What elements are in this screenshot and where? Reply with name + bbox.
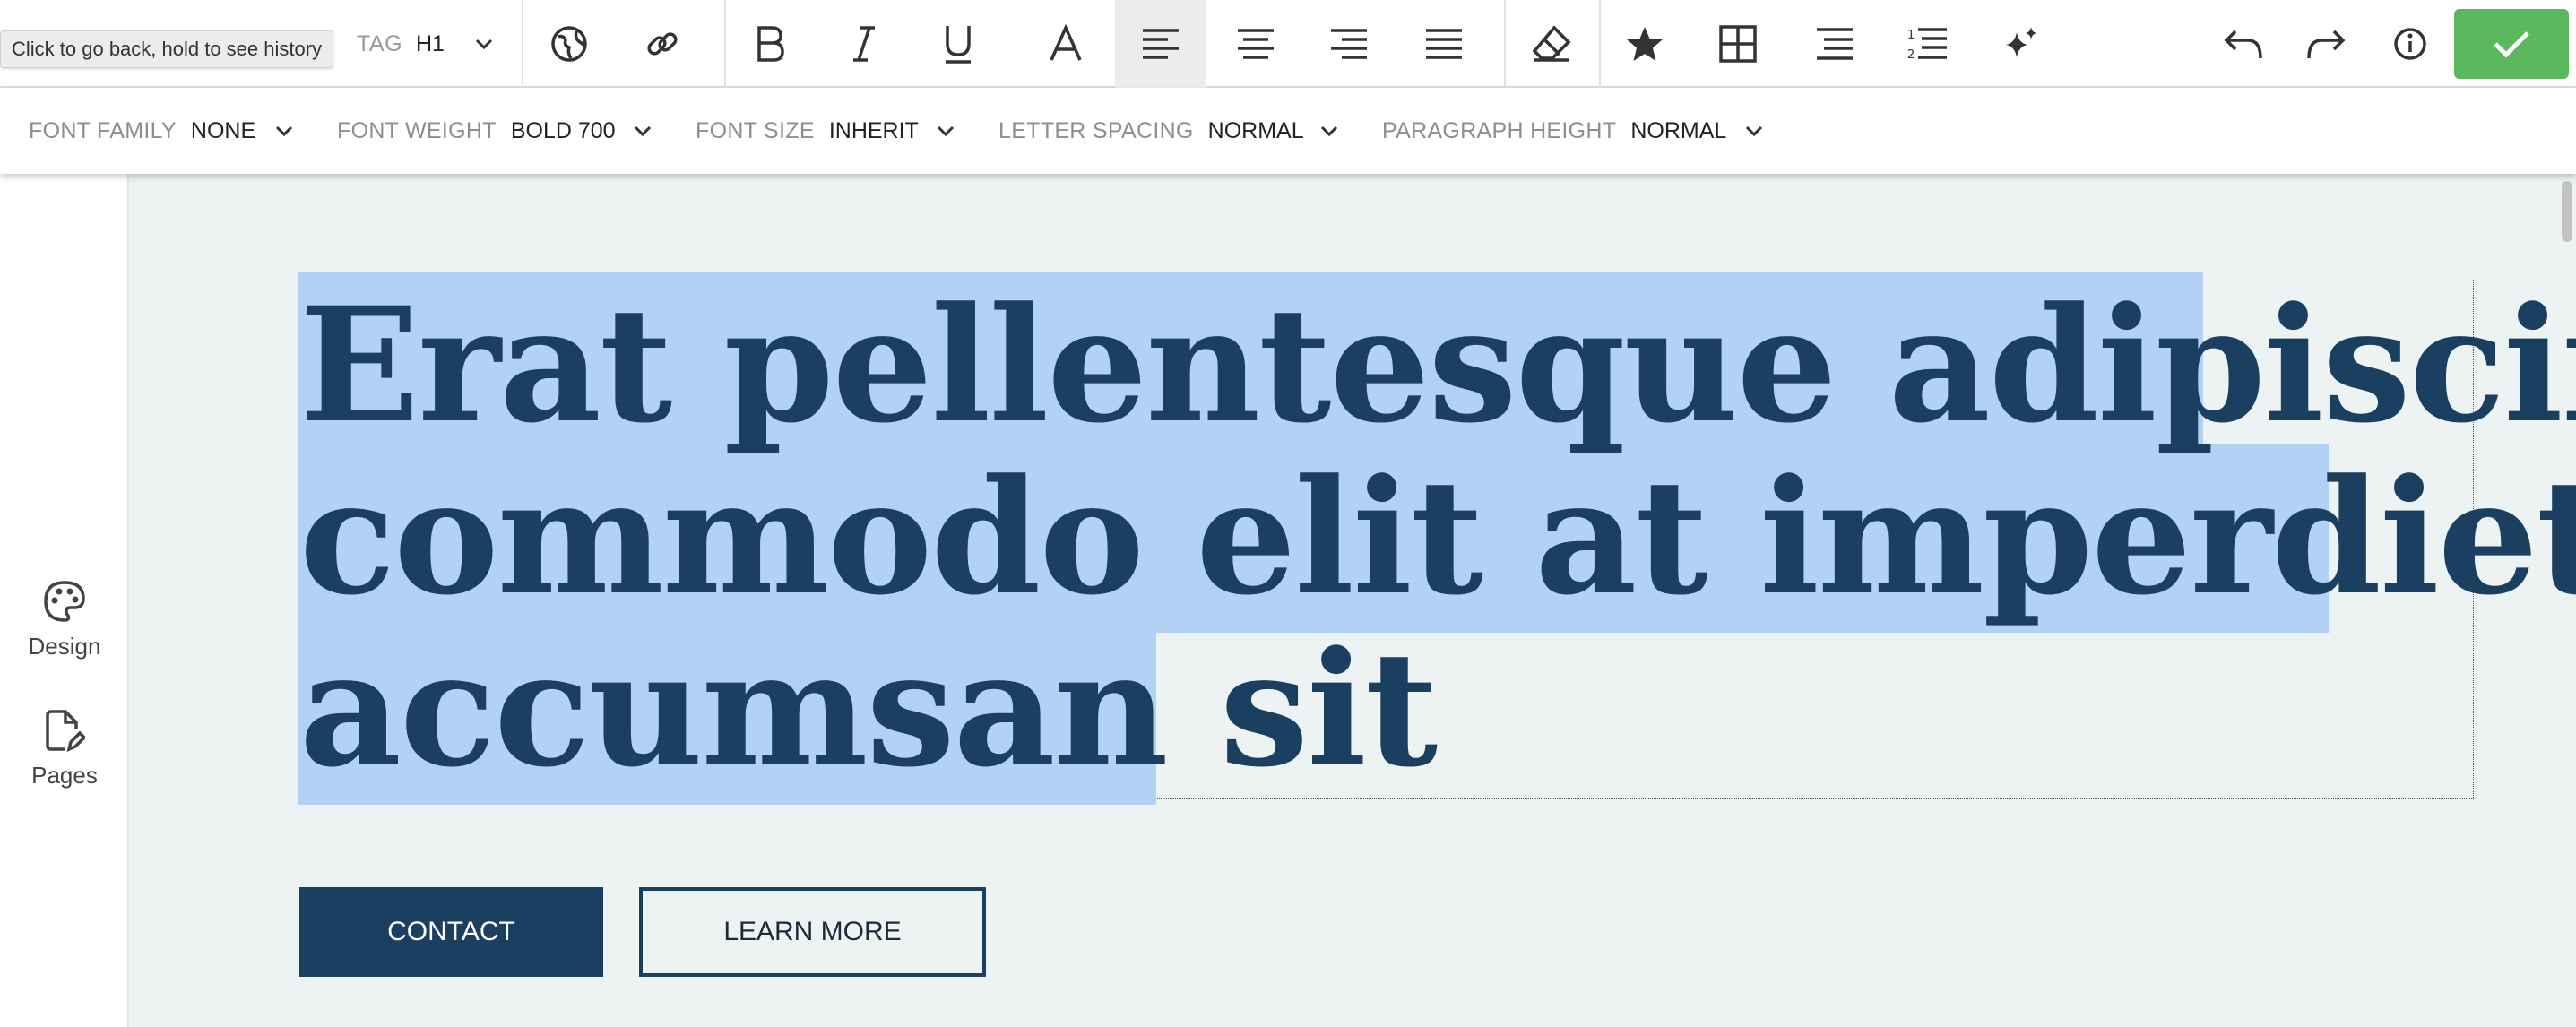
font-size-value[interactable]: INHERIT [829,118,919,144]
font-weight-control[interactable]: FONT WEIGHT BOLD 700 [337,88,616,174]
align-justify-icon[interactable] [1409,0,1479,88]
paragraph-height-label: PARAGRAPH HEIGHT [1382,117,1617,143]
toolbar-divider [724,0,726,88]
table-icon[interactable] [1703,0,1773,88]
eraser-icon[interactable] [1517,0,1586,88]
letter-spacing-value[interactable]: NORMAL [1208,118,1304,144]
tag-label: TAG [357,30,403,56]
italic-icon[interactable] [829,0,899,88]
bold-icon[interactable] [735,0,805,88]
chevron-down-icon[interactable] [1316,88,1343,174]
undo-icon[interactable] [2209,0,2278,88]
text-color-icon[interactable] [1031,0,1101,88]
page-headline[interactable]: Erat pellentesque adipiscing commodo eli… [299,280,2576,796]
align-right-icon[interactable] [1314,0,1384,88]
sidebar-item-pages[interactable]: Pages [0,708,129,790]
svg-text:1: 1 [1907,29,1915,42]
align-left-icon[interactable] [1115,0,1206,88]
chevron-down-icon[interactable] [932,88,959,174]
chevron-down-icon[interactable] [629,88,656,174]
sidebar-item-design[interactable]: Design [0,579,129,660]
list-icon[interactable] [1800,0,1870,88]
tag-value[interactable]: H1 [416,0,445,88]
learn-more-button[interactable]: LEARN MORE [639,887,986,977]
sparkle-icon[interactable] [1986,0,2056,88]
info-icon[interactable] [2375,0,2445,88]
typography-toolbar: FONT FAMILY NONE FONT WEIGHT BOLD 700 FO… [0,88,2576,174]
contact-button[interactable]: CONTACT [299,887,603,977]
headline-line[interactable]: accumsan sit [299,624,2540,796]
formatting-toolbar: TAG H1 1 2 Click to go back, hold to see… [0,0,2576,88]
tag-chevron-down-icon[interactable] [470,0,498,88]
headline-line[interactable]: Erat pellentesque adipiscing [299,280,2576,452]
confirm-button[interactable] [2454,9,2569,79]
numbered-list-icon[interactable]: 12 [1893,0,1963,88]
chevron-down-icon[interactable] [1741,88,1768,174]
palette-icon [44,581,85,622]
check-icon [2494,31,2529,58]
font-weight-label: FONT WEIGHT [337,117,497,143]
paragraph-height-value[interactable]: NORMAL [1630,118,1726,144]
sidebar-item-label: Design [28,633,101,660]
left-sidebar: Design Pages [0,174,129,1027]
page-edit-icon [46,710,85,752]
scrollbar-thumb[interactable] [2562,181,2572,242]
redo-icon[interactable] [2291,0,2361,88]
chevron-down-icon[interactable] [271,88,298,174]
font-size-control[interactable]: FONT SIZE INHERIT [696,88,919,174]
svg-text:2: 2 [1907,48,1915,62]
toolbar-divider [1599,0,1601,88]
font-family-value[interactable]: NONE [191,118,255,144]
toolbar-divider [522,0,523,88]
align-center-icon[interactable] [1221,0,1291,88]
paragraph-height-control[interactable]: PARAGRAPH HEIGHT NORMAL [1382,88,1726,174]
font-size-label: FONT SIZE [696,117,815,143]
letter-spacing-label: LETTER SPACING [998,117,1194,143]
star-icon[interactable] [1610,0,1680,88]
letter-spacing-control[interactable]: LETTER SPACING NORMAL [998,88,1304,174]
toolbar-divider [1504,0,1506,88]
underline-icon[interactable] [923,0,993,88]
sidebar-item-label: Pages [31,762,98,789]
font-family-control[interactable]: FONT FAMILY NONE [29,88,255,174]
headline-line[interactable]: commodo elit at imperdiet dui [299,452,2576,624]
page-canvas: Erat pellentesque adipiscing commodo eli… [129,174,2576,1027]
back-tooltip: Click to go back, hold to see history [0,30,334,68]
globe-icon[interactable] [534,0,604,88]
font-weight-value[interactable]: BOLD 700 [511,118,616,144]
link-icon[interactable] [627,0,697,88]
font-family-label: FONT FAMILY [29,117,177,143]
